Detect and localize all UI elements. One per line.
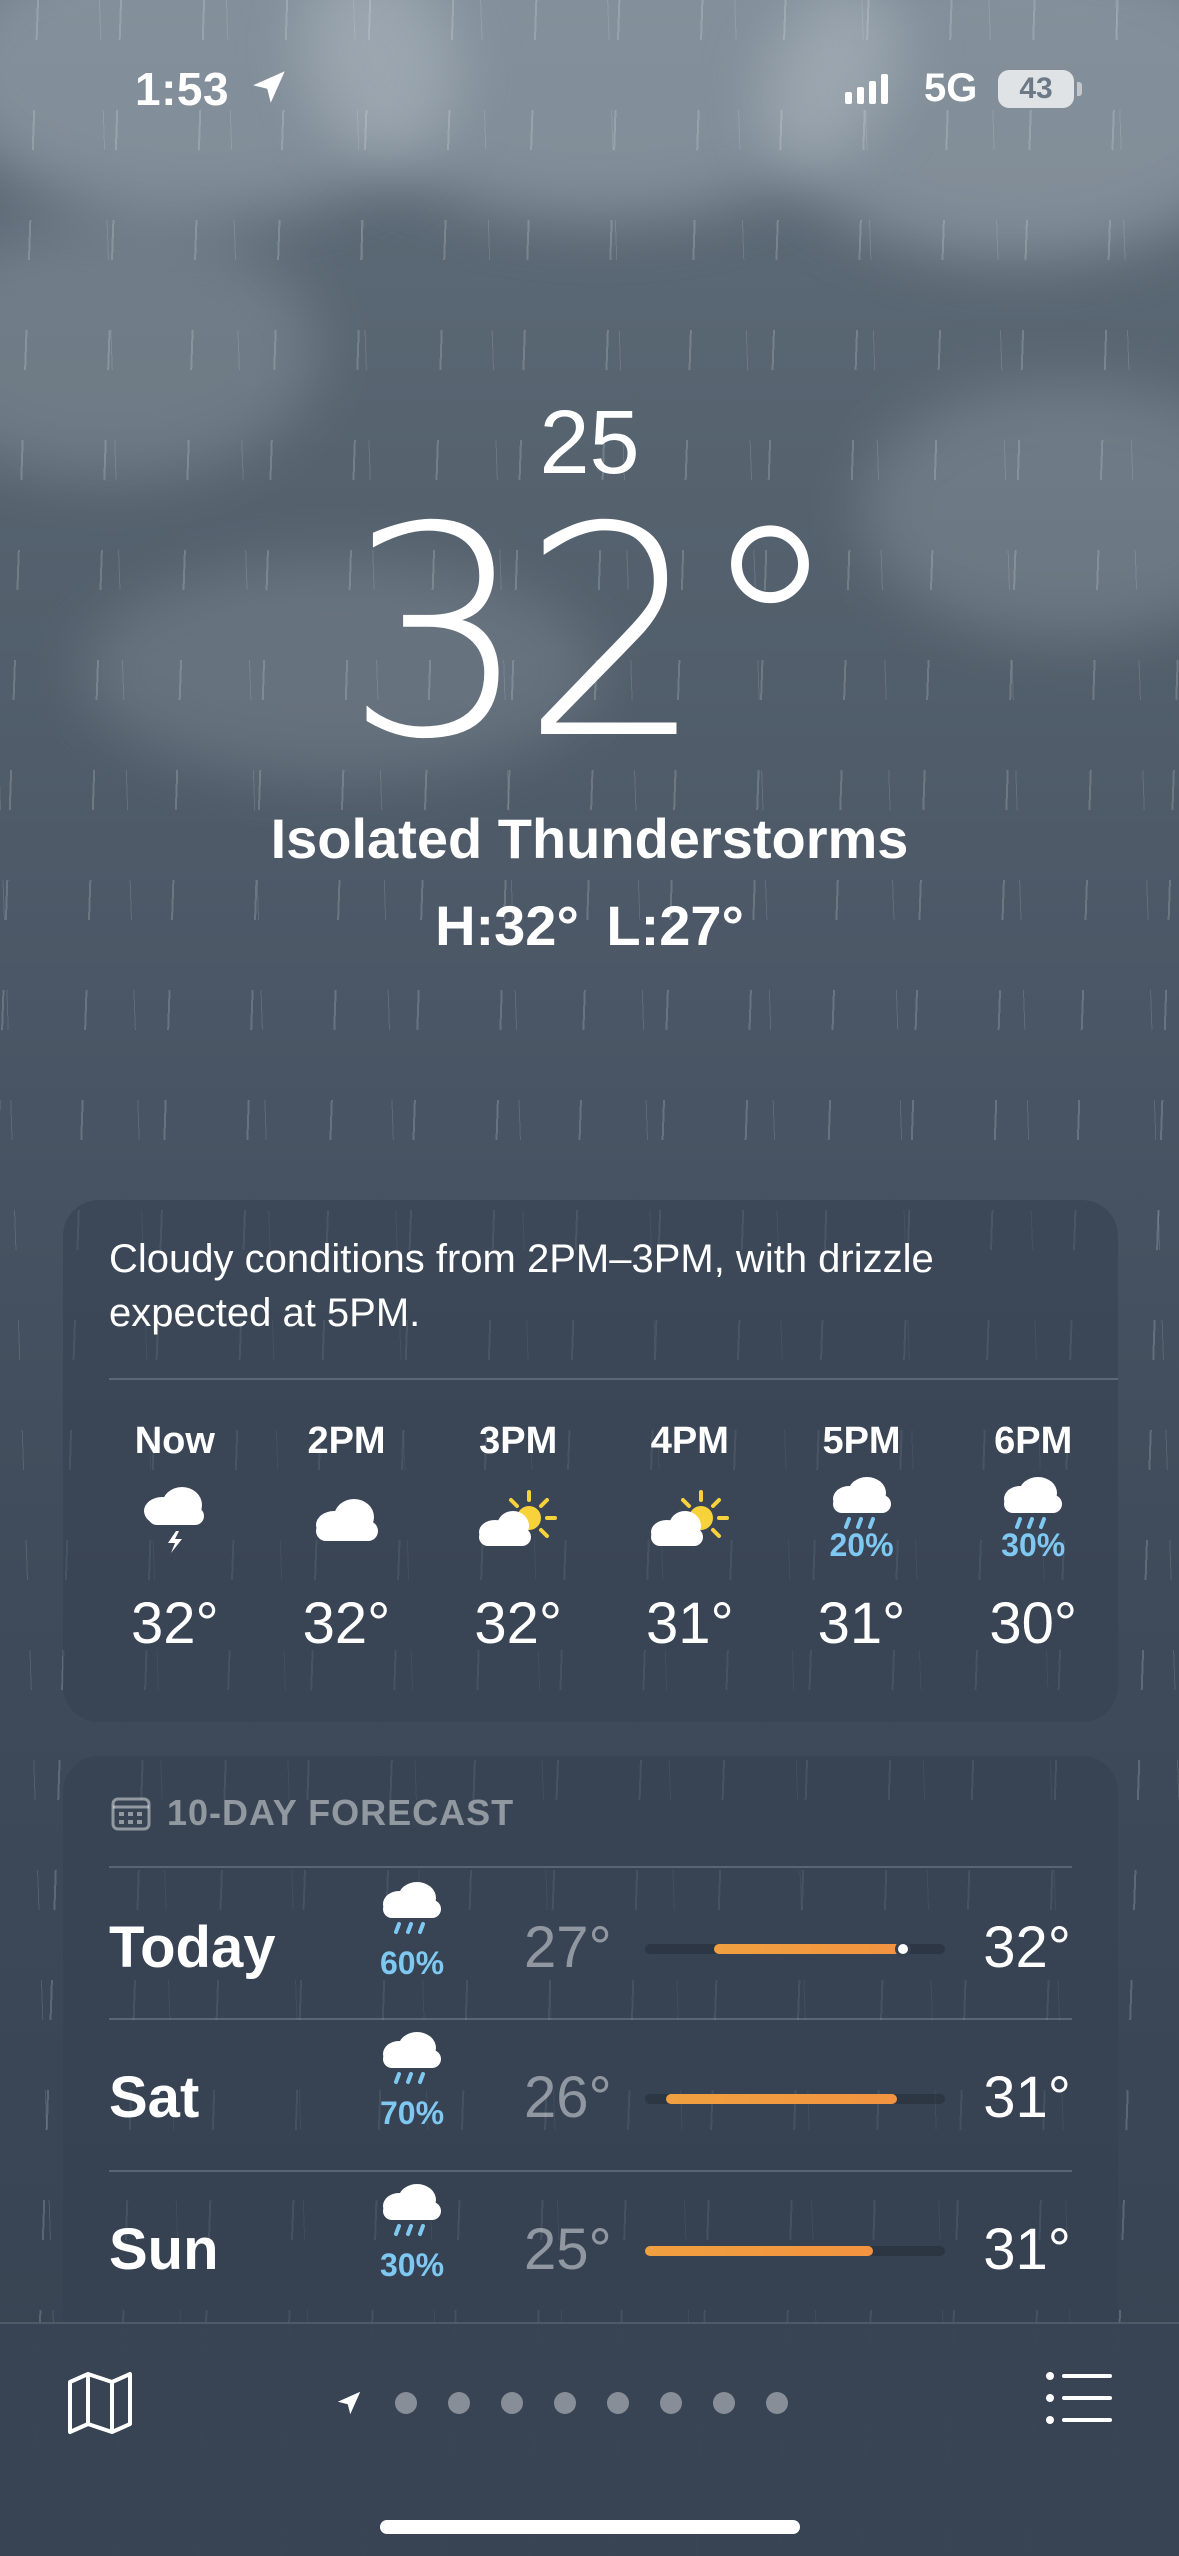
page-dot[interactable] bbox=[660, 2392, 682, 2414]
hour-item: 5PM 20% 31° bbox=[776, 1420, 948, 1700]
hour-label: 4PM bbox=[650, 1420, 729, 1462]
ten-day-forecast-card[interactable]: 10-DAY FORECAST Today 60% 27° 32° Sat 70… bbox=[63, 1756, 1118, 2356]
precip-chance: 60% bbox=[379, 1945, 445, 1981]
temp-range-fill bbox=[714, 1944, 903, 1954]
rain-icon: 70% bbox=[357, 2030, 467, 2132]
partly-sunny-icon bbox=[432, 1470, 604, 1570]
page-dot[interactable] bbox=[395, 2392, 417, 2414]
forecast-row-sat[interactable]: Sat 70% 26° 31° bbox=[109, 2018, 1071, 2168]
page-indicator[interactable] bbox=[334, 2388, 788, 2418]
page-dot[interactable] bbox=[501, 2392, 523, 2414]
hour-item: 6PM 30% 30° bbox=[947, 1420, 1119, 1700]
hour-label: 3PM bbox=[479, 1420, 558, 1462]
hour-item: 4PM 31° bbox=[604, 1420, 776, 1700]
battery-nub bbox=[1077, 82, 1082, 96]
high-temp: 31° bbox=[983, 2217, 1071, 2282]
hour-temp: 32° bbox=[302, 1591, 391, 1656]
bottom-toolbar bbox=[0, 2322, 1179, 2556]
temp-range-fill bbox=[666, 2094, 897, 2104]
calendar-icon bbox=[111, 1797, 151, 1831]
location-arrow-icon bbox=[253, 71, 285, 103]
low-temp: 27° bbox=[524, 1915, 612, 1980]
day-name: Today bbox=[109, 1915, 276, 1980]
rain-icon: 20% bbox=[776, 1470, 948, 1570]
low-temp: 25° bbox=[524, 2217, 612, 2282]
cellular-signal-icon bbox=[845, 70, 888, 104]
hour-temp: 31° bbox=[817, 1591, 906, 1656]
hourly-list[interactable]: Now 32° 2PM 32° 3PM 32° 4PM 31° 5PM 20% … bbox=[89, 1420, 1119, 1700]
current-location-icon[interactable] bbox=[334, 2388, 364, 2418]
hour-item: 3PM 32° bbox=[432, 1420, 604, 1700]
hourly-divider bbox=[109, 1378, 1118, 1380]
thunderstorm-icon bbox=[89, 1470, 261, 1570]
temp-range-bar bbox=[645, 2246, 945, 2256]
high-temp: 31° bbox=[983, 2065, 1071, 2130]
hour-temp: 32° bbox=[474, 1591, 563, 1656]
temp-range-fill bbox=[645, 2246, 873, 2256]
hour-label: 5PM bbox=[822, 1420, 901, 1462]
page-dot[interactable] bbox=[607, 2392, 629, 2414]
hour-label: Now bbox=[134, 1420, 215, 1462]
current-temperature: 32° bbox=[344, 466, 842, 803]
forecast-title: 10-DAY FORECAST bbox=[167, 1792, 515, 1833]
day-name: Sat bbox=[109, 2065, 200, 2130]
page-dot[interactable] bbox=[766, 2392, 788, 2414]
map-icon[interactable] bbox=[66, 2368, 134, 2436]
precip-chance: 30% bbox=[1001, 1526, 1066, 1563]
hour-temp: 30° bbox=[989, 1591, 1078, 1656]
day-name: Sun bbox=[109, 2217, 219, 2282]
hour-label: 6PM bbox=[994, 1420, 1073, 1462]
list-icon[interactable] bbox=[1044, 2368, 1114, 2428]
current-temp-dot bbox=[895, 1941, 911, 1957]
hour-item: 2PM 32° bbox=[261, 1420, 433, 1700]
hourly-summary: Cloudy conditions from 2PM–3PM, with dri… bbox=[109, 1237, 934, 1335]
page-dot[interactable] bbox=[713, 2392, 735, 2414]
hourly-forecast-card[interactable]: Cloudy conditions from 2PM–3PM, with dri… bbox=[63, 1200, 1118, 1722]
rain-icon: 30% bbox=[947, 1470, 1119, 1570]
cloud-icon bbox=[261, 1470, 433, 1570]
high-low-temperature: H:32° L:27° bbox=[435, 894, 744, 957]
forecast-row-today[interactable]: Today 60% 27° 32° bbox=[109, 1868, 1071, 2018]
rain-icon: 60% bbox=[357, 1880, 467, 1982]
hour-temp: 31° bbox=[645, 1591, 734, 1656]
status-bar: 1:53 5G 43 bbox=[0, 58, 1179, 118]
current-condition: Isolated Thunderstorms bbox=[270, 807, 909, 870]
low-temp: 26° bbox=[524, 2065, 612, 2130]
forecast-header: 10-DAY FORECAST bbox=[111, 1792, 514, 1834]
home-indicator[interactable] bbox=[380, 2520, 800, 2534]
partly-sunny-icon bbox=[604, 1470, 776, 1570]
network-type: 5G bbox=[924, 66, 978, 110]
status-time: 1:53 bbox=[135, 63, 230, 115]
rain-icon: 30% bbox=[357, 2182, 467, 2284]
precip-chance: 30% bbox=[379, 2247, 445, 2283]
forecast-row-sun[interactable]: Sun 30% 25° 31° bbox=[109, 2170, 1071, 2320]
precip-chance: 70% bbox=[379, 2095, 445, 2131]
temp-range-bar bbox=[645, 2094, 945, 2104]
temp-range-bar bbox=[645, 1941, 945, 1957]
hour-item: Now 32° bbox=[89, 1420, 261, 1700]
precip-chance: 20% bbox=[829, 1526, 894, 1563]
battery-icon: 43 bbox=[998, 70, 1074, 108]
hour-label: 2PM bbox=[307, 1420, 386, 1462]
page-dot[interactable] bbox=[448, 2392, 470, 2414]
page-dot[interactable] bbox=[554, 2392, 576, 2414]
hour-temp: 32° bbox=[130, 1591, 219, 1656]
high-temp: 32° bbox=[983, 1915, 1071, 1980]
